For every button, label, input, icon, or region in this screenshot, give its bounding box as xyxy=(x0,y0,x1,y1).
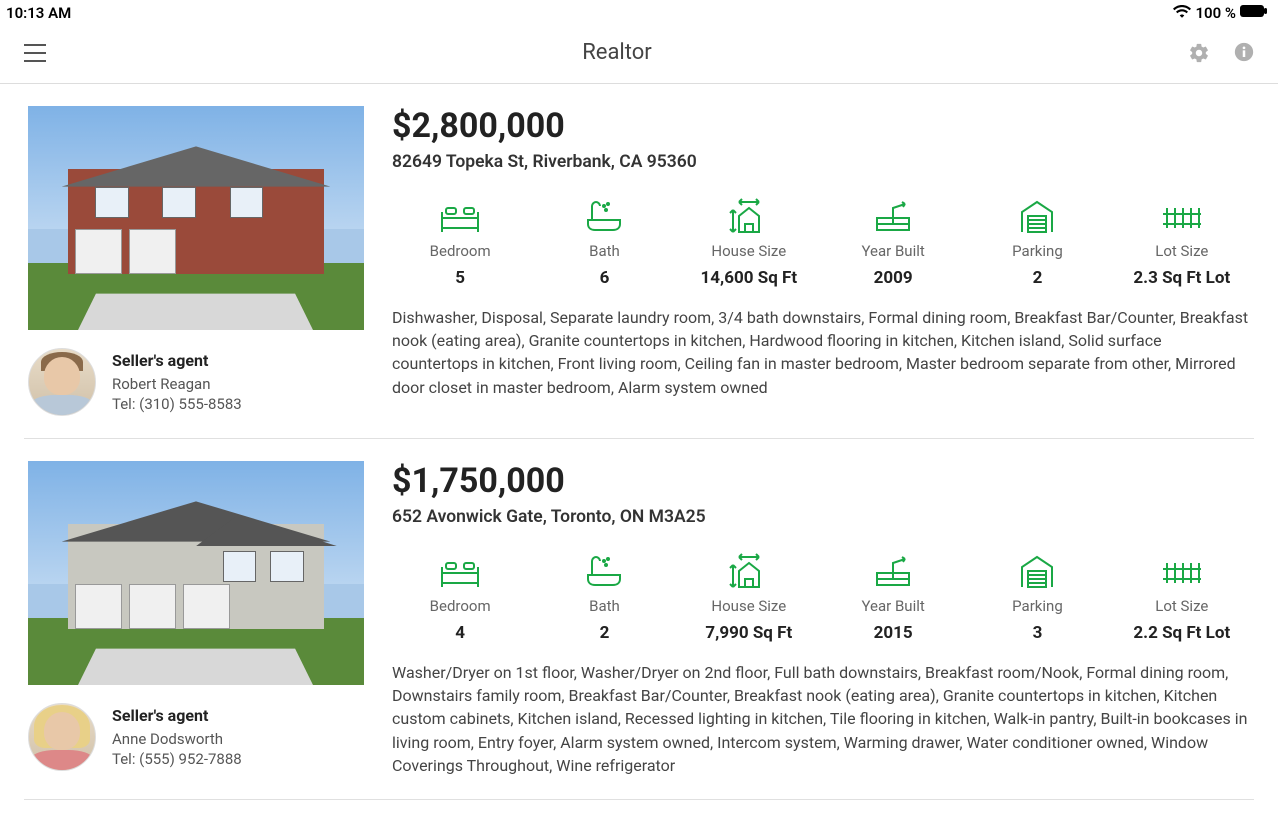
agent-info: Seller's agent Robert Reagan Tel: (310) … xyxy=(112,350,242,414)
info-icon[interactable] xyxy=(1234,42,1254,64)
listing-address: 652 Avonwick Gate, Toronto, ON M3A25 xyxy=(392,507,1250,527)
stat-parking: Parking 3 xyxy=(969,549,1105,643)
listing-card[interactable]: Seller's agent Anne Dodsworth Tel: (555)… xyxy=(24,439,1254,800)
stat-bath: Bath 6 xyxy=(536,194,672,288)
listing-description: Dishwasher, Disposal, Separate laundry r… xyxy=(392,306,1250,399)
page-title: Realtor xyxy=(46,40,1188,65)
app-header: Realtor xyxy=(0,26,1278,84)
stat-label: Year Built xyxy=(825,242,961,260)
status-time: 10:13 AM xyxy=(6,4,71,22)
stat-house-size: House Size 14,600 Sq Ft xyxy=(681,194,817,288)
stat-value: 2 xyxy=(969,268,1105,288)
listing-details: $2,800,000 82649 Topeka St, Riverbank, C… xyxy=(392,106,1250,416)
stat-value: 14,600 Sq Ft xyxy=(681,268,817,288)
listing-photo[interactable] xyxy=(28,461,364,685)
menu-icon[interactable] xyxy=(24,44,46,62)
stat-label: Bath xyxy=(536,242,672,260)
stat-bath: Bath 2 xyxy=(536,549,672,643)
wifi-icon xyxy=(1173,4,1191,22)
listing-address: 82649 Topeka St, Riverbank, CA 95360 xyxy=(392,152,1250,172)
agent-avatar xyxy=(28,348,96,416)
stat-house-size: House Size 7,990 Sq Ft xyxy=(681,549,817,643)
listing-left: Seller's agent Robert Reagan Tel: (310) … xyxy=(28,106,364,416)
battery-icon xyxy=(1240,4,1268,22)
listing-left: Seller's agent Anne Dodsworth Tel: (555)… xyxy=(28,461,364,777)
house-size-icon xyxy=(681,194,817,234)
stat-value: 2.2 Sq Ft Lot xyxy=(1114,623,1250,643)
listing-price: $2,800,000 xyxy=(392,106,1250,146)
listing-details: $1,750,000 652 Avonwick Gate, Toronto, O… xyxy=(392,461,1250,777)
battery-percent: 100 % xyxy=(1195,4,1236,22)
status-right: 100 % xyxy=(1173,4,1268,22)
stat-value: 2 xyxy=(536,623,672,643)
agent-name: Anne Dodsworth xyxy=(112,729,242,749)
stat-label: Bedroom xyxy=(392,242,528,260)
lot-size-icon xyxy=(1114,549,1250,589)
listings-container: Seller's agent Robert Reagan Tel: (310) … xyxy=(0,84,1278,800)
stat-bedroom: Bedroom 4 xyxy=(392,549,528,643)
stat-value: 3 xyxy=(969,623,1105,643)
agent-tel: Tel: (310) 555-8583 xyxy=(112,394,242,414)
lot-size-icon xyxy=(1114,194,1250,234)
parking-icon xyxy=(969,194,1105,234)
listing-card[interactable]: Seller's agent Robert Reagan Tel: (310) … xyxy=(24,84,1254,439)
bath-icon xyxy=(536,549,672,589)
stat-value: 2015 xyxy=(825,623,961,643)
stat-label: House Size xyxy=(681,242,817,260)
listing-photo[interactable] xyxy=(28,106,364,330)
agent-name: Robert Reagan xyxy=(112,374,242,394)
stat-label: Parking xyxy=(969,242,1105,260)
agent-avatar xyxy=(28,703,96,771)
stat-parking: Parking 2 xyxy=(969,194,1105,288)
gear-icon[interactable] xyxy=(1188,42,1210,64)
year-built-icon xyxy=(825,194,961,234)
stat-value: 7,990 Sq Ft xyxy=(681,623,817,643)
listing-description: Washer/Dryer on 1st floor, Washer/Dryer … xyxy=(392,661,1250,777)
stat-label: Lot Size xyxy=(1114,242,1250,260)
stat-value: 2009 xyxy=(825,268,961,288)
agent-block[interactable]: Seller's agent Robert Reagan Tel: (310) … xyxy=(28,348,364,416)
stat-lot-size: Lot Size 2.2 Sq Ft Lot xyxy=(1114,549,1250,643)
stat-label: Lot Size xyxy=(1114,597,1250,615)
agent-block[interactable]: Seller's agent Anne Dodsworth Tel: (555)… xyxy=(28,703,364,771)
device-status-bar: 10:13 AM 100 % xyxy=(0,0,1278,26)
agent-role: Seller's agent xyxy=(112,705,242,727)
bed-icon xyxy=(392,194,528,234)
stat-value: 6 xyxy=(536,268,672,288)
agent-tel: Tel: (555) 952-7888 xyxy=(112,749,242,769)
header-actions xyxy=(1188,42,1254,64)
stat-bedroom: Bedroom 5 xyxy=(392,194,528,288)
stat-year-built: Year Built 2015 xyxy=(825,549,961,643)
listing-price: $1,750,000 xyxy=(392,461,1250,501)
stat-year-built: Year Built 2009 xyxy=(825,194,961,288)
stat-lot-size: Lot Size 2.3 Sq Ft Lot xyxy=(1114,194,1250,288)
stat-value: 4 xyxy=(392,623,528,643)
year-built-icon xyxy=(825,549,961,589)
house-size-icon xyxy=(681,549,817,589)
bath-icon xyxy=(536,194,672,234)
agent-role: Seller's agent xyxy=(112,350,242,372)
stat-label: Bedroom xyxy=(392,597,528,615)
stat-label: House Size xyxy=(681,597,817,615)
stats-row: Bedroom 5 Bath 6 House Size 14,600 Sq Ft xyxy=(392,194,1250,288)
stat-label: Year Built xyxy=(825,597,961,615)
parking-icon xyxy=(969,549,1105,589)
stat-label: Parking xyxy=(969,597,1105,615)
stats-row: Bedroom 4 Bath 2 House Size 7,990 Sq Ft xyxy=(392,549,1250,643)
stat-label: Bath xyxy=(536,597,672,615)
agent-info: Seller's agent Anne Dodsworth Tel: (555)… xyxy=(112,705,242,769)
bed-icon xyxy=(392,549,528,589)
stat-value: 2.3 Sq Ft Lot xyxy=(1114,268,1250,288)
stat-value: 5 xyxy=(392,268,528,288)
